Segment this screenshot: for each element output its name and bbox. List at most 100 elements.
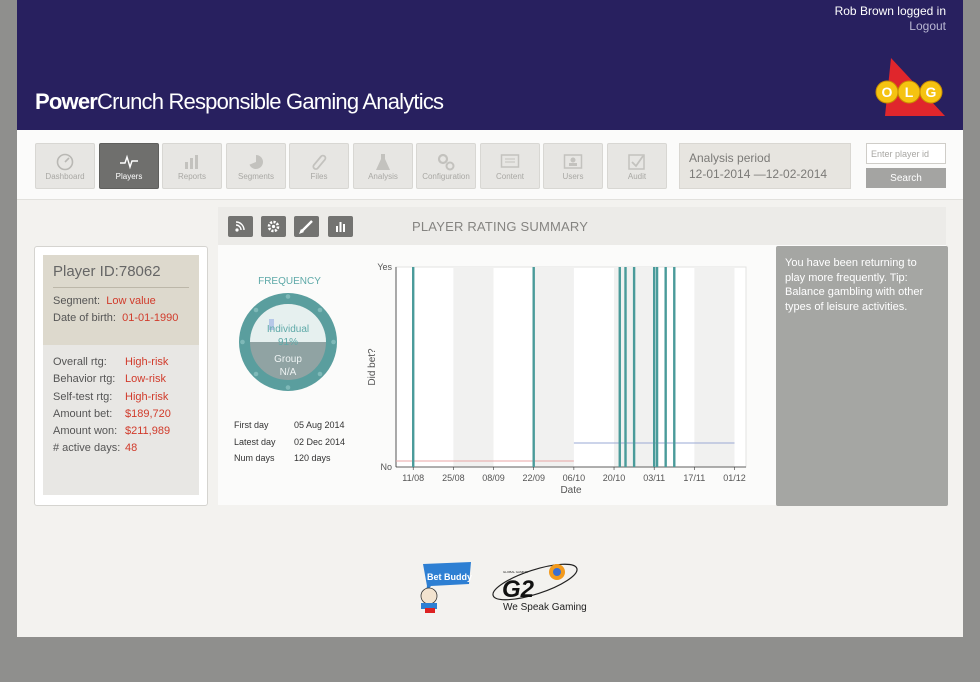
gear-icon — [267, 220, 280, 233]
tab-files[interactable]: Files — [289, 143, 349, 189]
rss-button[interactable] — [228, 216, 253, 237]
pie-icon — [249, 155, 263, 169]
bet-bar — [624, 267, 627, 467]
monitor-icon — [500, 154, 520, 168]
tip-panel: You have been returning to play more fre… — [776, 246, 948, 506]
bet-buddy-logo: Bet Buddy — [420, 562, 472, 613]
olg-letter-o: O — [882, 84, 893, 100]
tab-analysis[interactable]: Analysis — [353, 143, 413, 189]
amount-bet-label: Amount bet: — [53, 407, 113, 420]
overall-rating-value: High-risk — [125, 356, 169, 368]
dob-label: Date of birth: — [53, 312, 116, 324]
segment-label: Segment: — [53, 295, 101, 307]
num-days-label: Num days — [234, 453, 275, 463]
summary-toolbar: PLAYER RATING SUMMARY — [218, 207, 946, 245]
x-tick-label: 06/10 — [563, 473, 586, 483]
active-days-label: # active days: — [53, 442, 121, 455]
tab-dashboard[interactable]: Dashboard — [35, 143, 95, 189]
summary-title: PLAYER RATING SUMMARY — [412, 219, 589, 234]
latest-day-label: Latest day — [234, 436, 276, 447]
logout-link[interactable]: Logout — [835, 19, 946, 34]
tab-label: Configuration — [422, 172, 470, 181]
analysis-period: Analysis period 12-01-2014 —12-02-2014 — [679, 143, 851, 189]
dashboard-icon — [56, 153, 74, 171]
x-tick-label: 22/09 — [522, 473, 545, 483]
player-id: Player ID:78062 — [53, 263, 189, 288]
tab-label: Segments — [237, 172, 275, 181]
y-tick-label: Yes — [377, 262, 392, 272]
olg-letter-g: G — [926, 84, 937, 100]
tab-users[interactable]: Users — [543, 143, 603, 189]
olg-letter-l: L — [905, 84, 914, 100]
navbar: Dashboard Players Reports Segments Files… — [17, 130, 963, 200]
bet-bar — [673, 267, 676, 467]
bet-bar — [618, 267, 621, 467]
first-day-value: 05 Aug 2014 — [294, 420, 345, 430]
settings-button[interactable] — [261, 216, 286, 237]
first-day-label: First day — [234, 420, 269, 430]
period-title: Analysis period — [689, 151, 771, 165]
dob-value: 01-01-1990 — [122, 312, 179, 324]
g2-tagline: We Speak Gaming — [503, 602, 587, 613]
checkbox-icon — [628, 154, 645, 170]
user-box: Rob Brown logged in Logout — [835, 4, 946, 34]
latest-day-value: 02 Dec 2014 — [294, 436, 346, 447]
x-tick-label: 01/12 — [723, 473, 746, 483]
x-tick-label: 08/09 — [482, 473, 505, 483]
search-button[interactable]: Search — [866, 168, 946, 188]
tab-audit[interactable]: Audit — [607, 143, 667, 189]
bar-chart-icon — [336, 222, 345, 232]
plot-band — [453, 267, 494, 467]
player-id-input[interactable] — [866, 143, 946, 164]
tab-label: Players — [115, 172, 143, 181]
tab-configuration[interactable]: Configuration — [416, 143, 476, 189]
amount-won-value: $211,989 — [125, 425, 171, 438]
bet-buddy-text: Bet Buddy — [427, 572, 472, 582]
group-label: Group — [274, 354, 302, 365]
individual-label: Individual — [266, 324, 310, 335]
frequency-section: FREQUENCY Individual 91% Group N/A First… — [218, 245, 361, 505]
y-axis-label: Did bet? — [367, 348, 378, 386]
group-value: N/A — [279, 367, 297, 378]
amount-bet-value: $189,720 — [125, 407, 171, 420]
amount-won-label: Amount won: — [53, 425, 118, 438]
chart-button[interactable] — [328, 216, 353, 237]
behavior-rating-value: Low-risk — [125, 373, 166, 386]
tab-segments[interactable]: Segments — [226, 143, 286, 189]
x-tick-label: 17/11 — [683, 473, 705, 483]
tab-label: Reports — [177, 172, 206, 181]
segment-value: Low value — [106, 295, 156, 307]
tab-reports[interactable]: Reports — [162, 143, 222, 189]
plot-band — [694, 267, 735, 467]
logged-in-user: Rob Brown logged in — [834, 4, 946, 18]
frequency-title: FREQUENCY — [258, 276, 321, 287]
users-icon — [563, 154, 583, 169]
edit-button[interactable] — [294, 216, 319, 237]
tab-players[interactable]: Players — [99, 143, 159, 189]
active-days-value: 48 — [125, 442, 138, 455]
period-range: 12-01-2014 —12-02-2014 — [689, 167, 828, 181]
olg-logo: O L G — [875, 58, 945, 116]
bet-bar — [664, 267, 667, 467]
play-stats: First day 05 Aug 2014 Latest day 02 Dec 20… — [234, 417, 345, 467]
selftest-rating-label: Self-test rtg: — [53, 390, 113, 403]
rss-icon — [235, 221, 245, 232]
gears-icon — [437, 153, 455, 171]
g2-text: G2 — [502, 576, 535, 603]
profile-header: Player ID:78062 Segment: Low value Date … — [43, 255, 199, 345]
x-axis-label: Date — [560, 485, 582, 496]
selftest-rating-value: High-risk — [125, 390, 169, 403]
did-bet-chart: No Yes 11/08 25/08 08/09 22/09 06/10 20/10 03/11… — [367, 262, 747, 496]
pulse-icon — [120, 154, 138, 170]
flask-icon — [376, 154, 390, 170]
tab-label: Audit — [627, 172, 647, 181]
page: PowerCrunch Responsible Gaming Analytics… — [17, 0, 963, 637]
header: PowerCrunch Responsible Gaming Analytics… — [17, 0, 963, 130]
pen-icon — [299, 220, 313, 234]
player-profile-card: Player ID:78062 Segment: Low value Date … — [34, 246, 208, 506]
behavior-rating-label: Behavior rtg: — [53, 373, 116, 386]
tab-content[interactable]: Content — [480, 143, 540, 189]
x-tick-label: 11/08 — [402, 473, 424, 483]
individual-value: 91% — [277, 337, 298, 348]
tab-label: Content — [495, 172, 525, 181]
